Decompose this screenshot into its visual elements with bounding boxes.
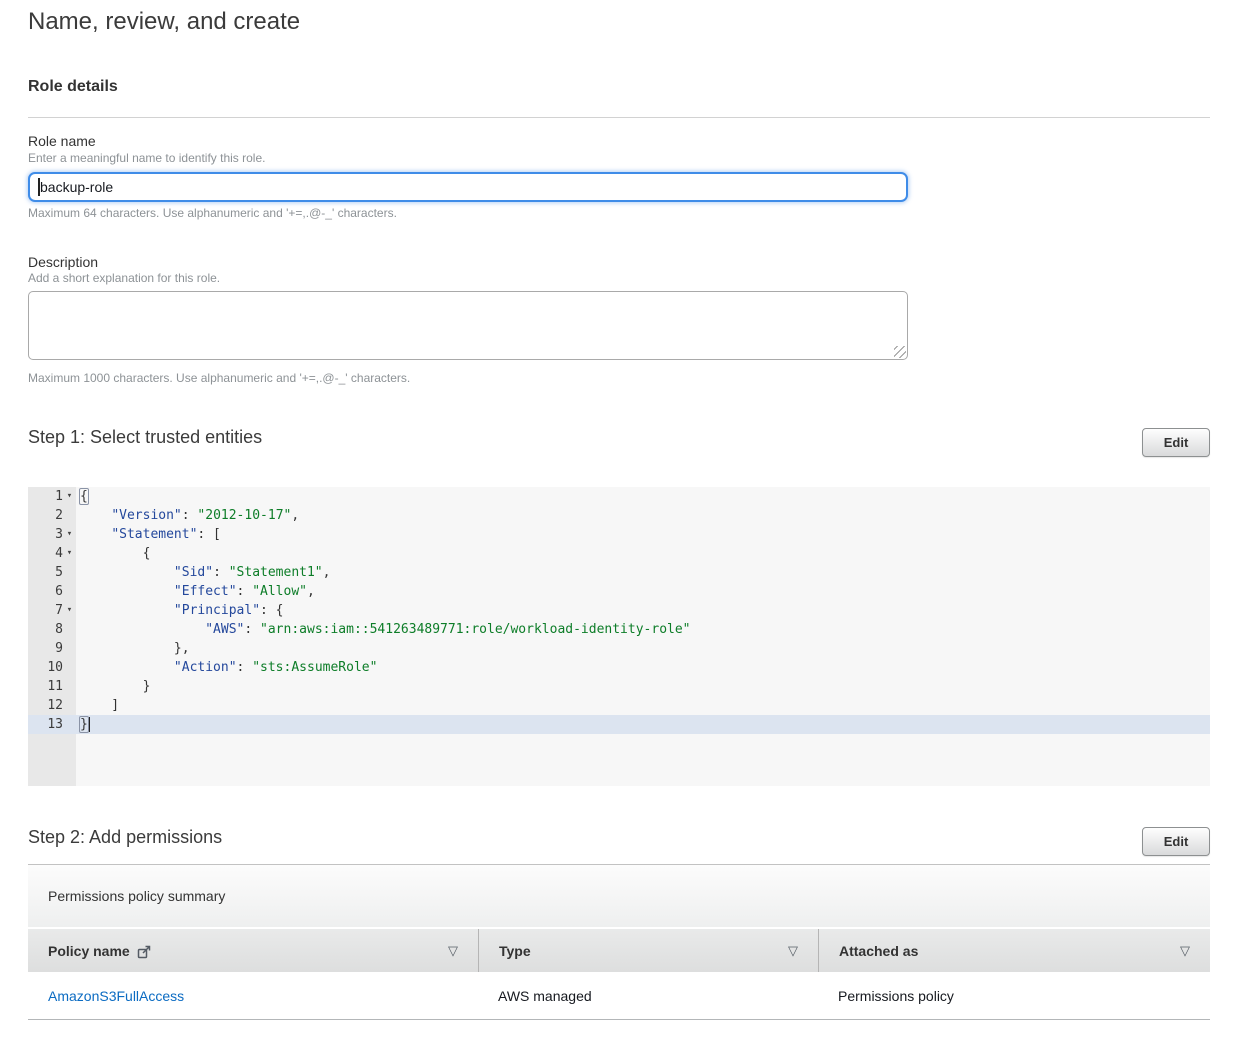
code-line[interactable]: 12 ] (28, 696, 1210, 715)
line-number-gutter: 5 (28, 563, 76, 582)
role-name-input[interactable] (28, 172, 908, 202)
policy-type-cell: AWS managed (478, 988, 818, 1004)
role-name-label: Role name (28, 133, 96, 149)
code-line[interactable]: 10 "Action": "sts:AssumeRole" (28, 658, 1210, 677)
permissions-summary-panel: Permissions policy summary (28, 864, 1210, 927)
description-label: Description (28, 254, 98, 270)
step1-heading: Step 1: Select trusted entities (28, 427, 262, 448)
code-line[interactable]: 9 }, (28, 639, 1210, 658)
code-line[interactable]: 8 "AWS": "arn:aws:iam::541263489771:role… (28, 620, 1210, 639)
role-details-heading: Role details (28, 78, 118, 96)
description-textarea[interactable] (28, 291, 908, 360)
code-line[interactable]: 13} (28, 715, 1210, 734)
code-line[interactable]: 11 } (28, 677, 1210, 696)
code-line[interactable]: 5 "Sid": "Statement1", (28, 563, 1210, 582)
fold-arrow-icon[interactable]: ▾ (63, 525, 76, 544)
page-title: Name, review, and create (28, 8, 300, 36)
line-number-gutter: 10 (28, 658, 76, 677)
attached-as-cell: Permissions policy (818, 988, 1210, 1004)
role-name-input-wrap (28, 172, 908, 202)
trust-policy-editor[interactable]: 1▾{2 "Version": "2012-10-17",3▾ "Stateme… (28, 487, 1210, 786)
line-number-gutter: 2 (28, 506, 76, 525)
line-number-gutter: 9 (28, 639, 76, 658)
step1-edit-button[interactable]: Edit (1142, 428, 1210, 457)
line-number-gutter: 13 (28, 715, 76, 734)
column-header-attached-as[interactable]: Attached as ▽ (818, 929, 1210, 972)
line-number-gutter: 1▾ (28, 487, 76, 506)
table-row: AmazonS3FullAccess AWS managed Permissio… (28, 972, 1210, 1020)
line-number-gutter: 7▾ (28, 601, 76, 620)
line-number-gutter: 8 (28, 620, 76, 639)
line-number-gutter: 11 (28, 677, 76, 696)
step2-heading: Step 2: Add permissions (28, 827, 222, 848)
permissions-table: Policy name ▽ Type ▽ Attached as ▽ Amazo… (28, 929, 1210, 1020)
code-line[interactable]: 4▾ { (28, 544, 1210, 563)
line-number-gutter: 6 (28, 582, 76, 601)
permissions-table-header: Policy name ▽ Type ▽ Attached as ▽ (28, 929, 1210, 972)
permissions-panel-title: Permissions policy summary (48, 888, 225, 904)
text-cursor (38, 178, 40, 196)
role-name-hint: Enter a meaningful name to identify this… (28, 151, 265, 165)
line-number-gutter: 4▾ (28, 544, 76, 563)
code-line[interactable]: 6 "Effect": "Allow", (28, 582, 1210, 601)
fold-arrow-icon[interactable]: ▾ (63, 601, 76, 620)
external-link-icon (137, 945, 151, 959)
policy-link[interactable]: AmazonS3FullAccess (48, 988, 184, 1004)
section-divider (28, 117, 1210, 118)
trust-policy-lines: 1▾{2 "Version": "2012-10-17",3▾ "Stateme… (28, 487, 1210, 734)
column-header-policy-name[interactable]: Policy name ▽ (28, 929, 478, 972)
name-review-create-page: Name, review, and create Role details Ro… (0, 0, 1242, 1037)
code-line[interactable]: 3▾ "Statement": [ (28, 525, 1210, 544)
line-number-gutter: 12 (28, 696, 76, 715)
fold-arrow-icon[interactable]: ▾ (63, 544, 76, 563)
sort-filter-icon[interactable]: ▽ (788, 943, 798, 959)
description-hint: Add a short explanation for this role. (28, 271, 220, 285)
code-line[interactable]: 2 "Version": "2012-10-17", (28, 506, 1210, 525)
sort-filter-icon[interactable]: ▽ (1180, 943, 1190, 959)
code-line[interactable]: 7▾ "Principal": { (28, 601, 1210, 620)
fold-arrow-icon[interactable]: ▾ (63, 487, 76, 506)
description-constraint: Maximum 1000 characters. Use alphanumeri… (28, 371, 410, 385)
sort-filter-icon[interactable]: ▽ (448, 943, 458, 959)
role-name-constraint: Maximum 64 characters. Use alphanumeric … (28, 206, 397, 220)
step2-edit-button[interactable]: Edit (1142, 827, 1210, 856)
policy-name-cell: AmazonS3FullAccess (28, 988, 478, 1004)
code-line[interactable]: 1▾{ (28, 487, 1210, 506)
column-header-type[interactable]: Type ▽ (478, 929, 818, 972)
line-number-gutter: 3▾ (28, 525, 76, 544)
